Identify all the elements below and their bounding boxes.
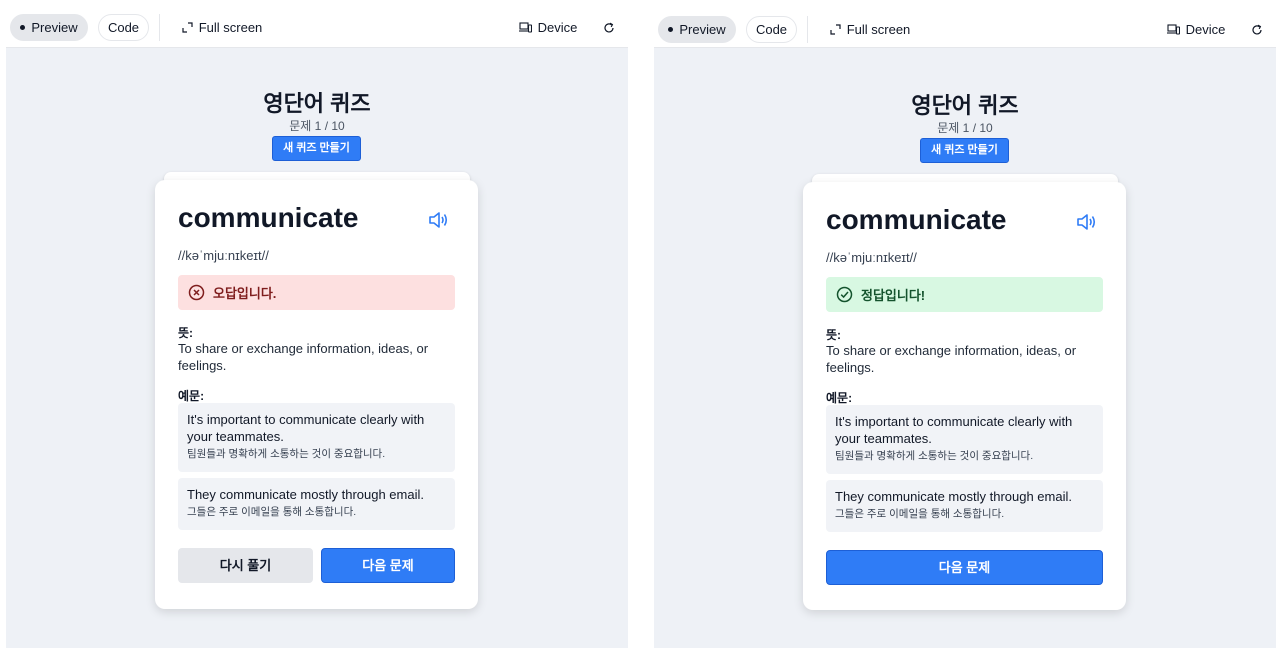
check-circle-icon bbox=[836, 286, 853, 303]
preview-tab[interactable]: Preview bbox=[10, 14, 88, 41]
result-text: 오답입니다. bbox=[213, 286, 277, 301]
example-english: They communicate mostly through email. bbox=[187, 487, 424, 502]
example-item: It's important to communicate clearly wi… bbox=[826, 405, 1103, 474]
vocab-word: communicate bbox=[178, 202, 359, 233]
x-circle-icon bbox=[188, 284, 205, 301]
preview-panel-left: Preview Code Full screen Device 영단어 퀴즈 문… bbox=[6, 8, 628, 648]
preview-tab[interactable]: Preview bbox=[658, 16, 736, 43]
result-text: 정답입니다! bbox=[861, 288, 926, 303]
preview-toolbar: Preview Code Full screen Device bbox=[6, 8, 628, 48]
quiz-progress: 문제 1 / 10 bbox=[289, 119, 345, 133]
device-button[interactable]: Device bbox=[1166, 16, 1226, 43]
vocab-word: communicate bbox=[826, 204, 1007, 235]
meaning-label: 뜻: bbox=[826, 328, 842, 342]
device-label: Device bbox=[1185, 22, 1226, 37]
fullscreen-label: Full screen bbox=[198, 20, 263, 35]
refresh-button[interactable] bbox=[1248, 16, 1266, 43]
example-korean: 팀원들과 명확하게 소통하는 것이 중요합니다. bbox=[835, 450, 1034, 462]
fullscreen-button[interactable]: Full screen bbox=[828, 16, 912, 43]
example-korean: 팀원들과 명확하게 소통하는 것이 중요합니다. bbox=[187, 448, 386, 460]
device-button[interactable]: Device bbox=[518, 14, 578, 41]
example-item: They communicate mostly through email. 그… bbox=[826, 480, 1103, 532]
refresh-icon bbox=[1251, 24, 1263, 36]
preview-tab-label: Preview bbox=[31, 20, 78, 35]
quiz-title: 영단어 퀴즈 bbox=[911, 93, 1019, 118]
preview-toolbar: Preview Code Full screen Device bbox=[654, 8, 1276, 48]
retry-button[interactable]: 다시 풀기 bbox=[178, 548, 313, 583]
example-english: They communicate mostly through email. bbox=[835, 489, 1072, 504]
expand-icon bbox=[182, 22, 193, 33]
device-icon bbox=[1166, 24, 1180, 35]
pronunciation: //kəˈmjuːnɪkeɪt// bbox=[178, 248, 269, 263]
code-tab[interactable]: Code bbox=[746, 16, 797, 43]
word-card: communicate //kəˈmjuːnɪkeɪt// 오답입니다. 뜻: … bbox=[155, 180, 478, 609]
device-label: Device bbox=[537, 20, 578, 35]
refresh-button[interactable] bbox=[600, 14, 618, 41]
example-english: It's important to communicate clearly wi… bbox=[187, 412, 425, 444]
code-tab-label: Code bbox=[755, 22, 788, 37]
example-item: They communicate mostly through email. 그… bbox=[178, 478, 455, 530]
meaning-text: To share or exchange information, ideas,… bbox=[826, 343, 1077, 375]
toolbar-divider bbox=[159, 14, 160, 41]
examples-label: 예문: bbox=[178, 389, 205, 403]
new-quiz-button[interactable]: 새 퀴즈 만들기 bbox=[920, 138, 1009, 163]
expand-icon bbox=[830, 24, 841, 35]
fullscreen-button[interactable]: Full screen bbox=[180, 14, 264, 41]
code-tab[interactable]: Code bbox=[98, 14, 149, 41]
result-banner: 오답입니다. bbox=[178, 275, 455, 310]
meaning-label: 뜻: bbox=[178, 326, 194, 340]
quiz-progress: 문제 1 / 10 bbox=[937, 121, 993, 135]
next-question-button[interactable]: 다음 문제 bbox=[826, 550, 1103, 585]
active-dot-icon bbox=[668, 27, 674, 32]
example-korean: 그들은 주로 이메일을 통해 소통합니다. bbox=[187, 506, 357, 518]
refresh-icon bbox=[603, 22, 615, 34]
word-card: communicate //kəˈmjuːnɪkeɪt// 정답입니다! 뜻: … bbox=[803, 182, 1126, 610]
fullscreen-label: Full screen bbox=[846, 22, 911, 37]
speaker-icon[interactable] bbox=[1075, 212, 1097, 232]
preview-tab-label: Preview bbox=[679, 22, 726, 37]
toolbar-divider bbox=[807, 16, 808, 43]
quiz-title: 영단어 퀴즈 bbox=[263, 91, 371, 116]
pronunciation: //kəˈmjuːnɪkeɪt// bbox=[826, 250, 917, 265]
code-tab-label: Code bbox=[107, 20, 140, 35]
next-question-button[interactable]: 다음 문제 bbox=[321, 548, 455, 583]
example-english: It's important to communicate clearly wi… bbox=[835, 414, 1073, 446]
device-icon bbox=[518, 22, 532, 33]
result-banner: 정답입니다! bbox=[826, 277, 1103, 312]
example-korean: 그들은 주로 이메일을 통해 소통합니다. bbox=[835, 508, 1005, 520]
preview-panel-right: Preview Code Full screen Device 영단어 퀴즈 문… bbox=[654, 8, 1276, 648]
examples-label: 예문: bbox=[826, 391, 853, 405]
active-dot-icon bbox=[20, 25, 26, 30]
meaning-text: To share or exchange information, ideas,… bbox=[178, 341, 429, 373]
new-quiz-button[interactable]: 새 퀴즈 만들기 bbox=[272, 136, 361, 161]
speaker-icon[interactable] bbox=[427, 210, 449, 230]
example-item: It's important to communicate clearly wi… bbox=[178, 403, 455, 472]
